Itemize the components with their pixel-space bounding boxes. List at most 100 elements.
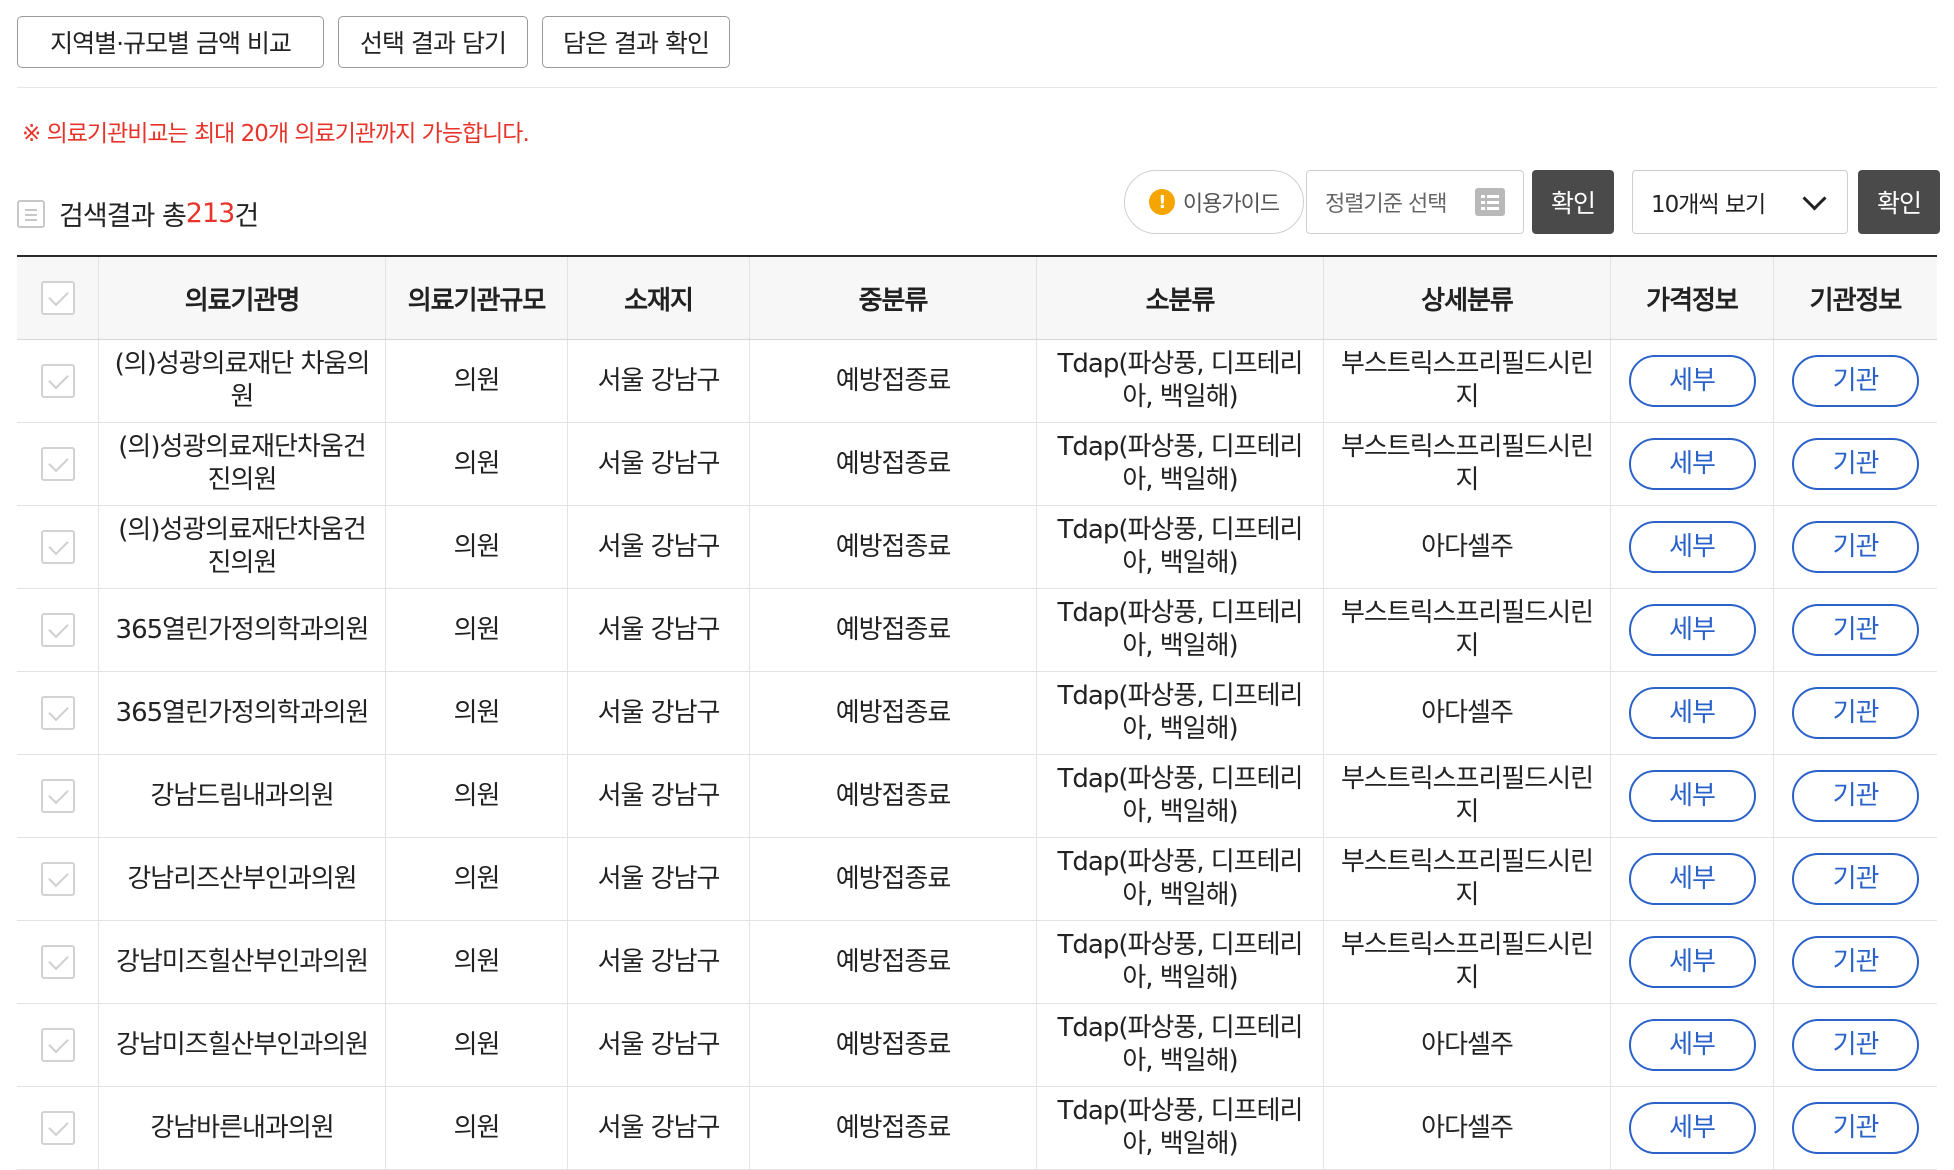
table-row: (의)성광의료재단차움건진의원 의원 서울 강남구 예방접종료 Tdap(파상풍, 디프… — [17, 423, 1937, 506]
row-select-cell — [17, 506, 98, 588]
row-checkbox[interactable] — [40, 696, 75, 730]
header-sub-category: 소분류 — [1036, 257, 1323, 339]
institution-info-button[interactable]: 기관 — [1792, 687, 1919, 739]
institution-size-cell: 의원 — [385, 755, 567, 837]
institution-name-cell: 강남미즈힐산부인과의원 — [98, 1004, 385, 1086]
price-detail-button[interactable]: 세부 — [1628, 355, 1756, 407]
detail-category-cell: 부스트릭스프리필드시린지 — [1323, 340, 1610, 422]
compare-limit-notice: ※ 의료기관비교는 최대 20개 의료기관까지 가능합니다. — [22, 121, 530, 147]
table-header-row: 의료기관명 의료기관규모 소재지 중분류 소분류 상세분류 가격정보 기관정보 — [17, 257, 1937, 340]
location-cell: 서울 강남구 — [567, 340, 749, 422]
institution-info-button[interactable]: 기관 — [1792, 770, 1919, 822]
price-info-cell: 세부 — [1610, 1087, 1773, 1169]
mid-category-cell: 예방접종료 — [749, 838, 1036, 920]
page: 지역별·규모별 금액 비교 선택 결과 담기 담은 결과 확인 ※ 의료기관비교… — [0, 0, 1954, 1170]
institution-info-button[interactable]: 기관 — [1792, 604, 1919, 656]
row-select-cell — [17, 340, 98, 422]
price-info-cell: 세부 — [1610, 672, 1773, 754]
header-detail-category: 상세분류 — [1323, 257, 1610, 339]
institution-name-cell: (의)성광의료재단차움건진의원 — [98, 506, 385, 588]
institution-info-button[interactable]: 기관 — [1792, 438, 1919, 490]
institution-size-cell: 의원 — [385, 423, 567, 505]
row-checkbox[interactable] — [40, 530, 75, 564]
row-checkbox[interactable] — [40, 945, 75, 979]
location-cell: 서울 강남구 — [567, 1004, 749, 1086]
sort-criteria-select[interactable]: 정렬기준 선택 — [1306, 170, 1524, 234]
divider — [17, 87, 1937, 88]
row-select-cell — [17, 755, 98, 837]
page-size-select[interactable]: 10개씩 보기 — [1632, 170, 1848, 234]
price-detail-button[interactable]: 세부 — [1628, 936, 1756, 988]
sub-category-cell: Tdap(파상풍, 디프테리아, 백일해) — [1036, 921, 1323, 1003]
exclamation-icon: ! — [1148, 189, 1175, 215]
list-icon — [1475, 188, 1505, 216]
row-checkbox[interactable] — [40, 1111, 75, 1145]
location-cell: 서울 강남구 — [567, 921, 749, 1003]
institution-name-cell: 강남미즈힐산부인과의원 — [98, 921, 385, 1003]
price-detail-button[interactable]: 세부 — [1628, 521, 1756, 573]
institution-name-cell: (의)성광의료재단차움건진의원 — [98, 423, 385, 505]
institution-size-cell: 의원 — [385, 921, 567, 1003]
sort-confirm-button[interactable]: 확인 — [1532, 170, 1614, 234]
mid-category-cell: 예방접종료 — [749, 1004, 1036, 1086]
institution-info-button[interactable]: 기관 — [1792, 853, 1919, 905]
row-checkbox[interactable] — [40, 364, 75, 398]
usage-guide-button[interactable]: ! 이용가이드 — [1124, 170, 1304, 234]
institution-name-cell: 365열린가정의학과의원 — [98, 672, 385, 754]
institution-size-cell: 의원 — [385, 672, 567, 754]
price-detail-button[interactable]: 세부 — [1628, 604, 1756, 656]
row-checkbox[interactable] — [40, 613, 75, 647]
price-detail-button[interactable]: 세부 — [1628, 770, 1756, 822]
row-checkbox[interactable] — [40, 779, 75, 813]
select-all-checkbox[interactable] — [40, 281, 75, 315]
add-selected-results-button[interactable]: 선택 결과 담기 — [338, 16, 528, 68]
institution-info-button[interactable]: 기관 — [1792, 1019, 1919, 1071]
price-detail-button[interactable]: 세부 — [1628, 687, 1756, 739]
result-count: 검색결과 총 213 건 — [17, 194, 259, 233]
price-detail-button[interactable]: 세부 — [1628, 1019, 1756, 1071]
row-select-cell — [17, 672, 98, 754]
sub-category-cell: Tdap(파상풍, 디프테리아, 백일해) — [1036, 672, 1323, 754]
institution-info-cell: 기관 — [1773, 1004, 1937, 1086]
institution-info-cell: 기관 — [1773, 838, 1937, 920]
price-detail-button[interactable]: 세부 — [1628, 1102, 1756, 1154]
institution-info-button[interactable]: 기관 — [1792, 355, 1919, 407]
table-row: 강남미즈힐산부인과의원 의원 서울 강남구 예방접종료 Tdap(파상풍, 디프테리아,… — [17, 921, 1937, 1004]
row-checkbox[interactable] — [40, 862, 75, 896]
price-detail-button[interactable]: 세부 — [1628, 853, 1756, 905]
result-count-suffix: 건 — [234, 201, 259, 232]
sub-category-cell: Tdap(파상풍, 디프테리아, 백일해) — [1036, 423, 1323, 505]
result-count-number: 213 — [185, 198, 236, 229]
detail-category-cell: 부스트릭스프리필드시린지 — [1323, 755, 1610, 837]
row-select-cell — [17, 1004, 98, 1086]
mid-category-cell: 예방접종료 — [749, 423, 1036, 505]
detail-category-cell: 부스트릭스프리필드시린지 — [1323, 838, 1610, 920]
table-row: 강남미즈힐산부인과의원 의원 서울 강남구 예방접종료 Tdap(파상풍, 디프테리아,… — [17, 1004, 1937, 1087]
header-select-all-cell — [17, 257, 98, 339]
top-button-bar: 지역별·규모별 금액 비교 선택 결과 담기 담은 결과 확인 — [17, 16, 730, 68]
institution-info-button[interactable]: 기관 — [1792, 521, 1919, 573]
institution-size-cell: 의원 — [385, 506, 567, 588]
institution-name-cell: 강남리즈산부인과의원 — [98, 838, 385, 920]
row-select-cell — [17, 838, 98, 920]
price-info-cell: 세부 — [1610, 838, 1773, 920]
compare-by-region-size-button[interactable]: 지역별·규모별 금액 비교 — [17, 16, 324, 68]
page-size-confirm-button[interactable]: 확인 — [1858, 170, 1940, 234]
institution-info-button[interactable]: 기관 — [1792, 1102, 1919, 1154]
institution-info-cell: 기관 — [1773, 1087, 1937, 1169]
row-checkbox[interactable] — [40, 1028, 75, 1062]
mid-category-cell: 예방접종료 — [749, 672, 1036, 754]
institution-info-button[interactable]: 기관 — [1792, 936, 1919, 988]
view-saved-results-button[interactable]: 담은 결과 확인 — [542, 16, 730, 68]
institution-size-cell: 의원 — [385, 1087, 567, 1169]
table-row: 강남리즈산부인과의원 의원 서울 강남구 예방접종료 Tdap(파상풍, 디프테리아, … — [17, 838, 1937, 921]
institution-name-cell: 강남바른내과의원 — [98, 1087, 385, 1169]
location-cell: 서울 강남구 — [567, 672, 749, 754]
detail-category-cell: 아다셀주 — [1323, 506, 1610, 588]
price-detail-button[interactable]: 세부 — [1628, 438, 1756, 490]
institution-info-cell: 기관 — [1773, 423, 1937, 505]
chevron-down-icon — [1802, 185, 1827, 211]
detail-category-cell: 부스트릭스프리필드시린지 — [1323, 589, 1610, 671]
institution-size-cell: 의원 — [385, 340, 567, 422]
row-checkbox[interactable] — [40, 447, 75, 481]
